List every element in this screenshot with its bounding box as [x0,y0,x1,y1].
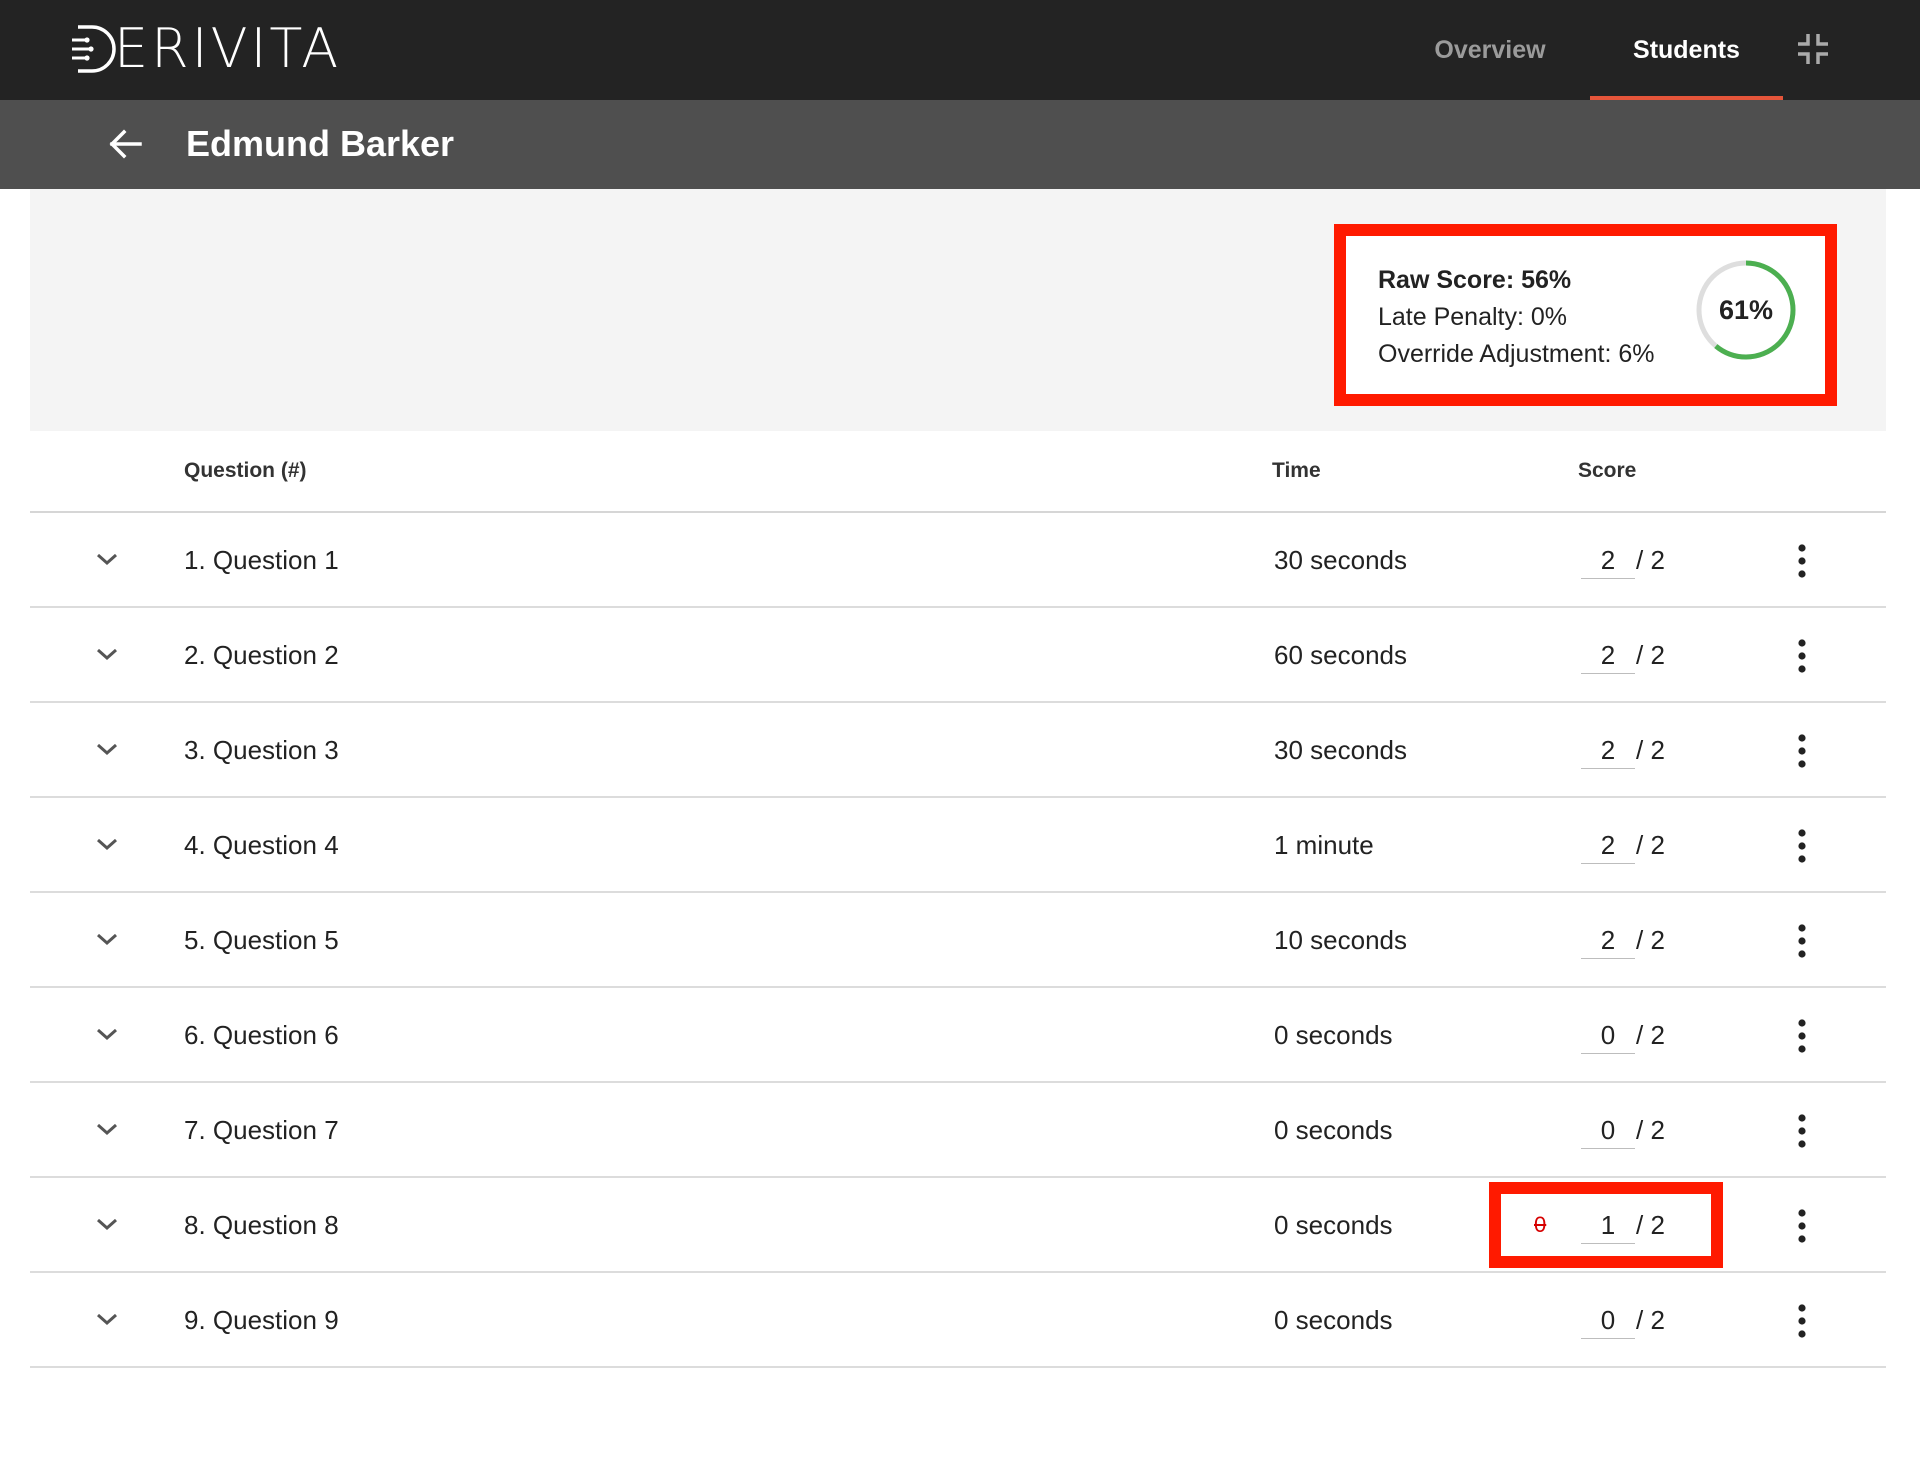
table-row: 3. Question 3 30 seconds 2 / 2 [30,703,1886,798]
question-label: 3. Question 3 [184,735,339,765]
collapse-button[interactable] [1796,32,1830,66]
more-vert-icon[interactable] [1796,923,1808,959]
more-vert-icon[interactable] [1796,1018,1808,1054]
score-input[interactable]: 2 [1581,543,1635,579]
chevron-down-icon[interactable] [92,829,122,859]
d-circuit-logo-icon [72,25,116,73]
score-max: / 2 [1636,735,1665,765]
chevron-down-icon[interactable] [92,734,122,764]
derivita-logo[interactable]: ERIVITA [72,22,341,76]
score-input[interactable]: 2 [1581,923,1635,959]
chevron-down-icon[interactable] [92,639,122,669]
more-vert-icon[interactable] [1796,828,1808,864]
question-label: 4. Question 4 [184,830,339,860]
original-score-struck: 0 [1534,1212,1547,1237]
late-penalty: Late Penalty: 0% [1378,303,1568,331]
question-label: 8. Question 8 [184,1210,339,1240]
table-row: 7. Question 7 0 seconds 0 / 2 [30,1083,1886,1178]
score-input[interactable]: 2 [1581,828,1635,864]
question-label: 1. Question 1 [184,545,339,575]
question-label: 9. Question 9 [184,1305,339,1335]
score-max: / 2 [1636,1305,1665,1335]
score-input[interactable]: 0 [1581,1018,1635,1054]
table-row: 6. Question 6 0 seconds 0 / 2 [30,988,1886,1083]
table-row: 4. Question 4 1 minute 2 / 2 [30,798,1886,893]
override-adjustment: Override Adjustment: 6% [1378,340,1655,368]
tab-students[interactable]: Students [1590,0,1783,100]
total-score: 61% [1718,294,1774,325]
score-max: / 2 [1636,640,1665,670]
time-value: 1 minute [1274,830,1374,860]
question-label: 5. Question 5 [184,925,339,955]
arrow-left-icon [109,129,142,159]
brand-name: ERIVITA [114,17,342,80]
score-input[interactable]: 1 [1581,1208,1635,1244]
table-row: 9. Question 9 0 seconds 0 / 2 [30,1273,1886,1368]
column-header-time[interactable]: Time [1272,459,1321,483]
chevron-down-icon[interactable] [92,924,122,954]
score-max: / 2 [1636,925,1665,955]
score-input[interactable]: 0 [1581,1303,1635,1339]
top-nav-bar: ERIVITA Overview Students [0,0,1920,100]
time-value: 0 seconds [1274,1020,1393,1050]
table-header: Question (#) Time Score [30,431,1886,513]
chevron-down-icon[interactable] [92,1304,122,1334]
score-max: / 2 [1636,1115,1665,1145]
more-vert-icon[interactable] [1796,1303,1808,1339]
table-row: 2. Question 2 60 seconds 2 / 2 [30,608,1886,703]
question-label: 2. Question 2 [184,640,339,670]
question-label: 7. Question 7 [184,1115,339,1145]
column-header-question[interactable]: Question (#) [184,459,307,483]
column-header-score[interactable]: Score [1578,459,1636,483]
score-breakdown: Raw Score: 56% Late Penalty: 0% Override… [1378,262,1655,373]
time-value: 0 seconds [1274,1115,1393,1145]
chevron-down-icon[interactable] [92,544,122,574]
more-vert-icon[interactable] [1796,733,1808,769]
time-value: 60 seconds [1274,640,1407,670]
score-input[interactable]: 2 [1581,638,1635,674]
time-value: 30 seconds [1274,735,1407,765]
chevron-down-icon[interactable] [92,1114,122,1144]
tab-overview[interactable]: Overview [1406,0,1574,100]
score-max: / 2 [1636,1210,1665,1240]
more-vert-icon[interactable] [1796,543,1808,579]
student-name: Edmund Barker [186,123,455,164]
score-max: / 2 [1636,1020,1665,1050]
time-value: 30 seconds [1274,545,1407,575]
score-max: / 2 [1636,545,1665,575]
chevron-down-icon[interactable] [92,1019,122,1049]
table-row: 5. Question 5 10 seconds 2 / 2 [30,893,1886,988]
score-input[interactable]: 0 [1581,1113,1635,1149]
table-row: 8. Question 8 0 seconds 0 1 / 2 [30,1178,1886,1273]
more-vert-icon[interactable] [1796,1208,1808,1244]
score-max: / 2 [1636,830,1665,860]
student-header: Edmund Barker [0,100,1920,189]
raw-score: Raw Score: 56% [1378,266,1572,294]
table-row: 1. Question 1 30 seconds 2 / 2 [30,513,1886,608]
question-label: 6. Question 6 [184,1020,339,1050]
collapse-arrows-icon [1798,34,1828,64]
more-vert-icon[interactable] [1796,638,1808,674]
score-summary-box: Raw Score: 56% Late Penalty: 0% Override… [1334,224,1837,406]
more-vert-icon[interactable] [1796,1113,1808,1149]
back-button[interactable] [106,124,146,164]
time-value: 0 seconds [1274,1210,1393,1240]
score-input[interactable]: 2 [1581,733,1635,769]
chevron-down-icon[interactable] [92,1209,122,1239]
time-value: 0 seconds [1274,1305,1393,1335]
time-value: 10 seconds [1274,925,1407,955]
